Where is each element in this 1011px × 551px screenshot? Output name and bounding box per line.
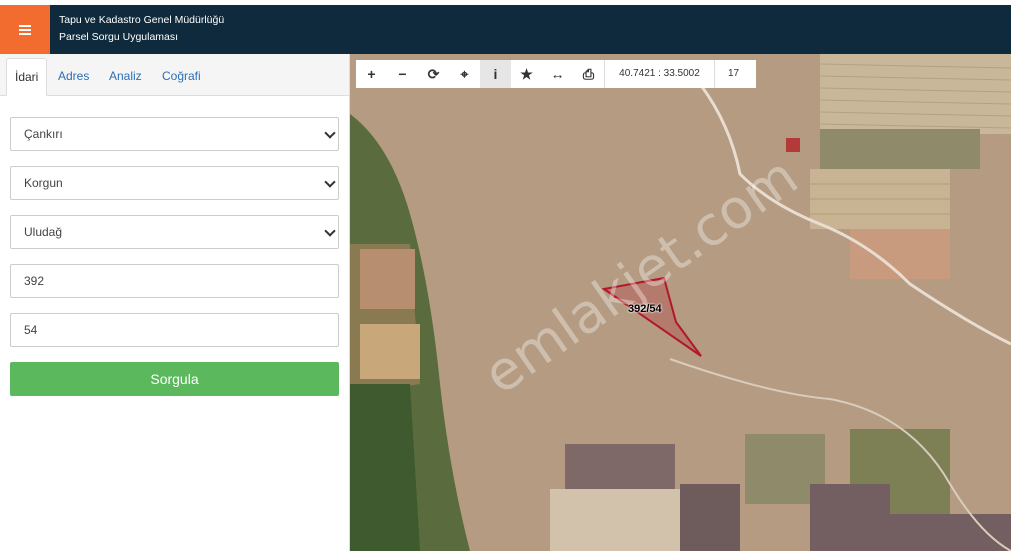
chevron-down-icon — [324, 225, 336, 237]
app-title: Tapu ve Kadastro Genel Müdürlüğü Parsel … — [59, 12, 224, 46]
tab-cografi[interactable]: Coğrafi — [154, 58, 209, 96]
parcel-label: 392/54 — [628, 303, 662, 315]
parcel-value: 54 — [24, 323, 38, 337]
menu-button[interactable] — [0, 5, 50, 54]
top-header: Tapu ve Kadastro Genel Müdürlüğü Parsel … — [0, 0, 1011, 54]
chevron-down-icon — [324, 127, 336, 139]
block-value: 392 — [24, 274, 45, 288]
info-icon[interactable]: i — [480, 60, 511, 88]
neighborhood-select[interactable]: Uludağ — [10, 215, 339, 249]
tab-bar: İdari Adres Analiz Coğrafi — [0, 54, 349, 96]
map-toolbar: + − ⟳ ⌖ i ★ ↔ ⎙ 40.7421 : 33.5002 17 — [356, 60, 756, 88]
district-select[interactable]: Korgun — [10, 166, 339, 200]
app-root: Tapu ve Kadastro Genel Müdürlüğü Parsel … — [0, 0, 1011, 551]
tab-analiz[interactable]: Analiz — [101, 58, 150, 96]
block-input[interactable]: 392 — [10, 264, 339, 298]
sorgula-button[interactable]: Sorgula — [10, 362, 339, 396]
side-panel: İdari Adres Analiz Coğrafi Çankırı Korgu… — [0, 54, 350, 551]
map-view[interactable]: emlakjet.com 392/54 + − ⟳ ⌖ i ★ ↔ ⎙ 40.7… — [350, 54, 1011, 551]
province-select[interactable]: Çankırı — [10, 117, 339, 151]
measure-icon[interactable]: ↔ — [542, 60, 573, 88]
hamburger-menu-icon — [19, 25, 31, 35]
print-icon[interactable]: ⎙ — [573, 60, 604, 88]
coordinate-readout: 40.7421 : 33.5002 — [604, 60, 714, 88]
tab-adres[interactable]: Adres — [50, 58, 97, 96]
province-value: Çankırı — [24, 127, 63, 141]
refresh-icon[interactable]: ⟳ — [418, 60, 449, 88]
district-value: Korgun — [24, 176, 63, 190]
neighborhood-value: Uludağ — [24, 225, 63, 239]
star-icon[interactable]: ★ — [511, 60, 542, 88]
chevron-down-icon — [324, 176, 336, 188]
app-title-line1: Tapu ve Kadastro Genel Müdürlüğü — [59, 14, 225, 26]
zoom-level: 17 — [714, 60, 752, 88]
parcel-input[interactable]: 54 — [10, 313, 339, 347]
zoom-in-icon[interactable]: + — [356, 60, 387, 88]
zoom-out-icon[interactable]: − — [387, 60, 418, 88]
locate-icon[interactable]: ⌖ — [449, 60, 480, 88]
satellite-imagery — [350, 54, 1011, 551]
tab-idari[interactable]: İdari — [6, 58, 48, 96]
app-title-line2: Parsel Sorgu Uygulaması — [59, 31, 179, 43]
